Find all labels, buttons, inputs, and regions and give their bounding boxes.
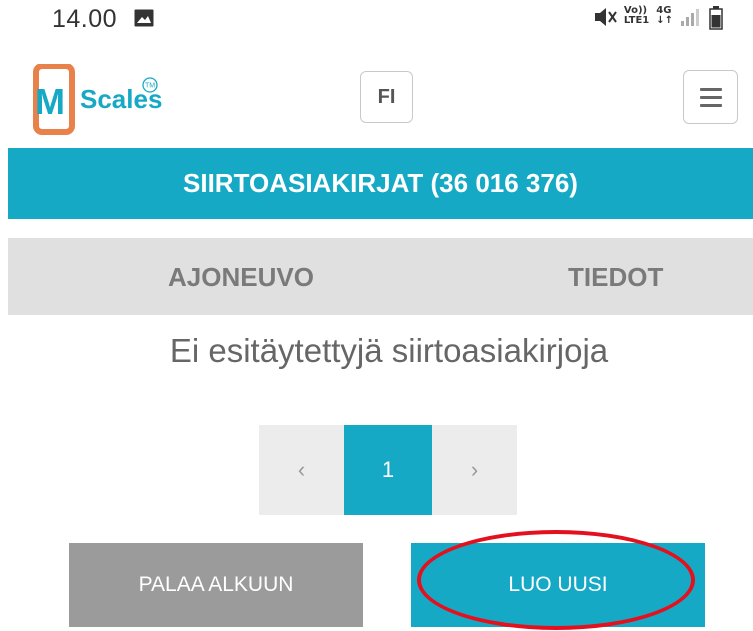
title-bar: SIIRTOASIAKIRJAT (36 016 376): [8, 148, 753, 219]
back-to-start-button[interactable]: PALAA ALKUUN: [69, 543, 363, 627]
back-to-start-label: PALAA ALKUUN: [138, 573, 294, 596]
hamburger-icon: [699, 103, 722, 107]
menu-button[interactable]: [683, 70, 738, 124]
tab-bar: AJONEUVO TIEDOT: [8, 238, 753, 315]
mscales-logo[interactable]: M Scales TM: [32, 64, 172, 136]
logo-trademark: TM: [145, 83, 155, 90]
status-indicators: Vo)) LTE1 4G ↓↑: [593, 6, 723, 30]
next-page-button[interactable]: ›: [432, 425, 517, 515]
language-label: FI: [377, 85, 396, 108]
language-button[interactable]: FI: [360, 71, 413, 123]
empty-state-message: Ei esitäytettyjä siirtoasiakirjoja: [169, 332, 609, 369]
status-time: 14.00: [52, 5, 118, 33]
create-new-label: LUO UUSI: [508, 573, 608, 596]
lte-label: LTE1: [623, 15, 650, 26]
tab-tiedot[interactable]: TIEDOT: [568, 262, 663, 293]
image-notification-icon: [134, 9, 154, 27]
pagination: ‹ 1 ›: [259, 425, 517, 515]
hamburger-icon: [699, 87, 722, 91]
mute-icon: [594, 8, 617, 26]
volte-indicator: Vo)) LTE1: [624, 6, 649, 26]
data-activity-label: ↓↑: [656, 15, 673, 26]
chevron-right-icon: ›: [470, 457, 479, 482]
hamburger-icon: [699, 95, 722, 99]
tab-ajoneuvo[interactable]: AJONEUVO: [168, 262, 314, 293]
current-page-number: 1: [381, 457, 395, 482]
logo-m: M: [35, 81, 65, 122]
battery-icon: [709, 6, 723, 30]
status-bar: 14.00 Vo)) LTE1 4G ↓↑: [0, 0, 753, 42]
page-1-button[interactable]: 1: [344, 425, 432, 515]
create-new-button[interactable]: LUO UUSI: [411, 543, 705, 627]
signal-icon: [681, 9, 699, 26]
page-title: SIIRTOASIAKIRJAT (36 016 376): [183, 168, 578, 198]
previous-page-button[interactable]: ‹: [259, 425, 344, 515]
chevron-left-icon: ‹: [297, 457, 306, 482]
network-type-indicator: 4G ↓↑: [656, 6, 673, 26]
